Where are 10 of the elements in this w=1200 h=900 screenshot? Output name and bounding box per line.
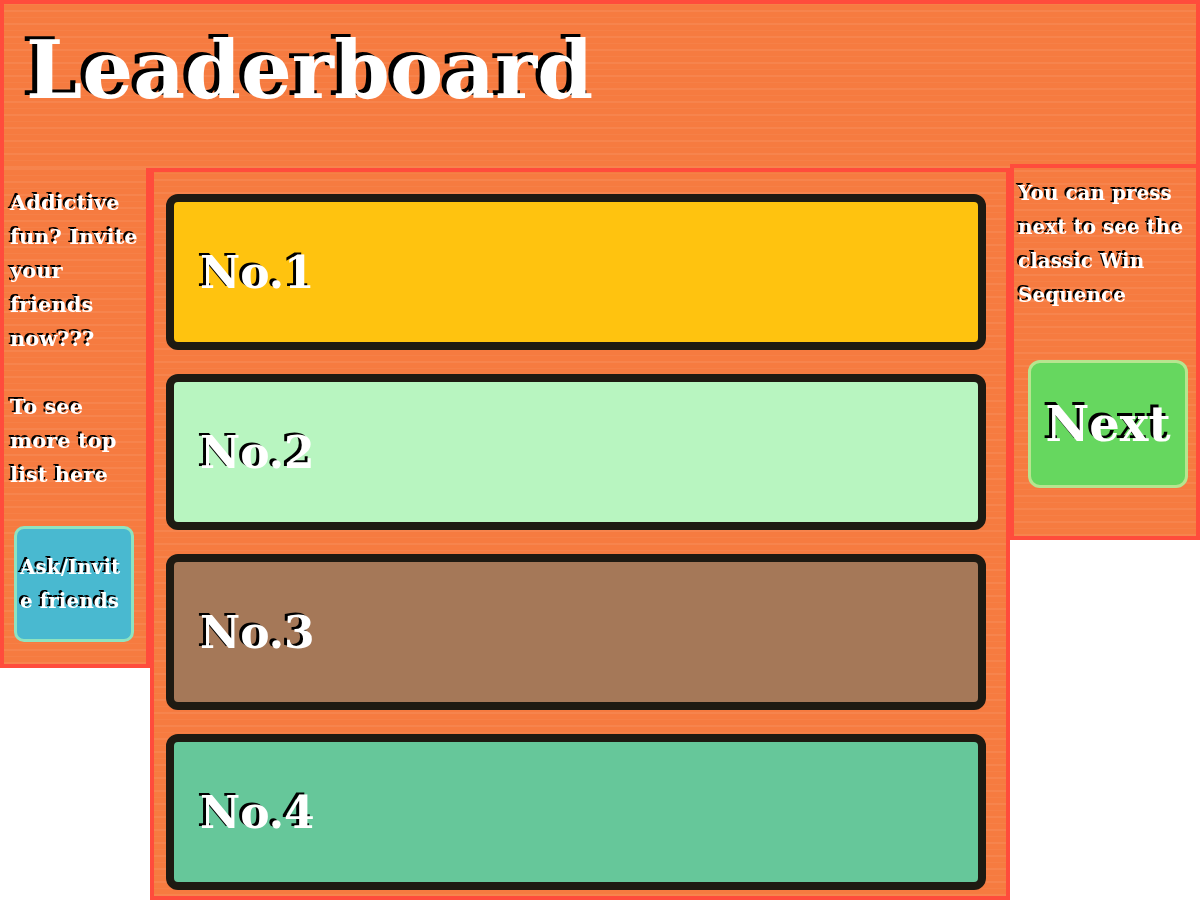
rank-label: No.4 — [200, 786, 315, 838]
side-text: Addictive fun? Invite your friends now??? — [10, 189, 139, 353]
invite-button[interactable]: Ask/Invite friends — [14, 526, 134, 642]
side-text: To see more top list here — [10, 393, 118, 489]
next-button[interactable]: Next — [1028, 360, 1188, 488]
rank-label: No.1 — [200, 246, 315, 298]
rank-label: No.3 — [200, 606, 315, 658]
rank-label: No.2 — [200, 426, 315, 478]
page-title: Leaderboard — [26, 26, 594, 114]
info-text: You can press next to see the classic Win Sequence — [1018, 180, 1185, 309]
